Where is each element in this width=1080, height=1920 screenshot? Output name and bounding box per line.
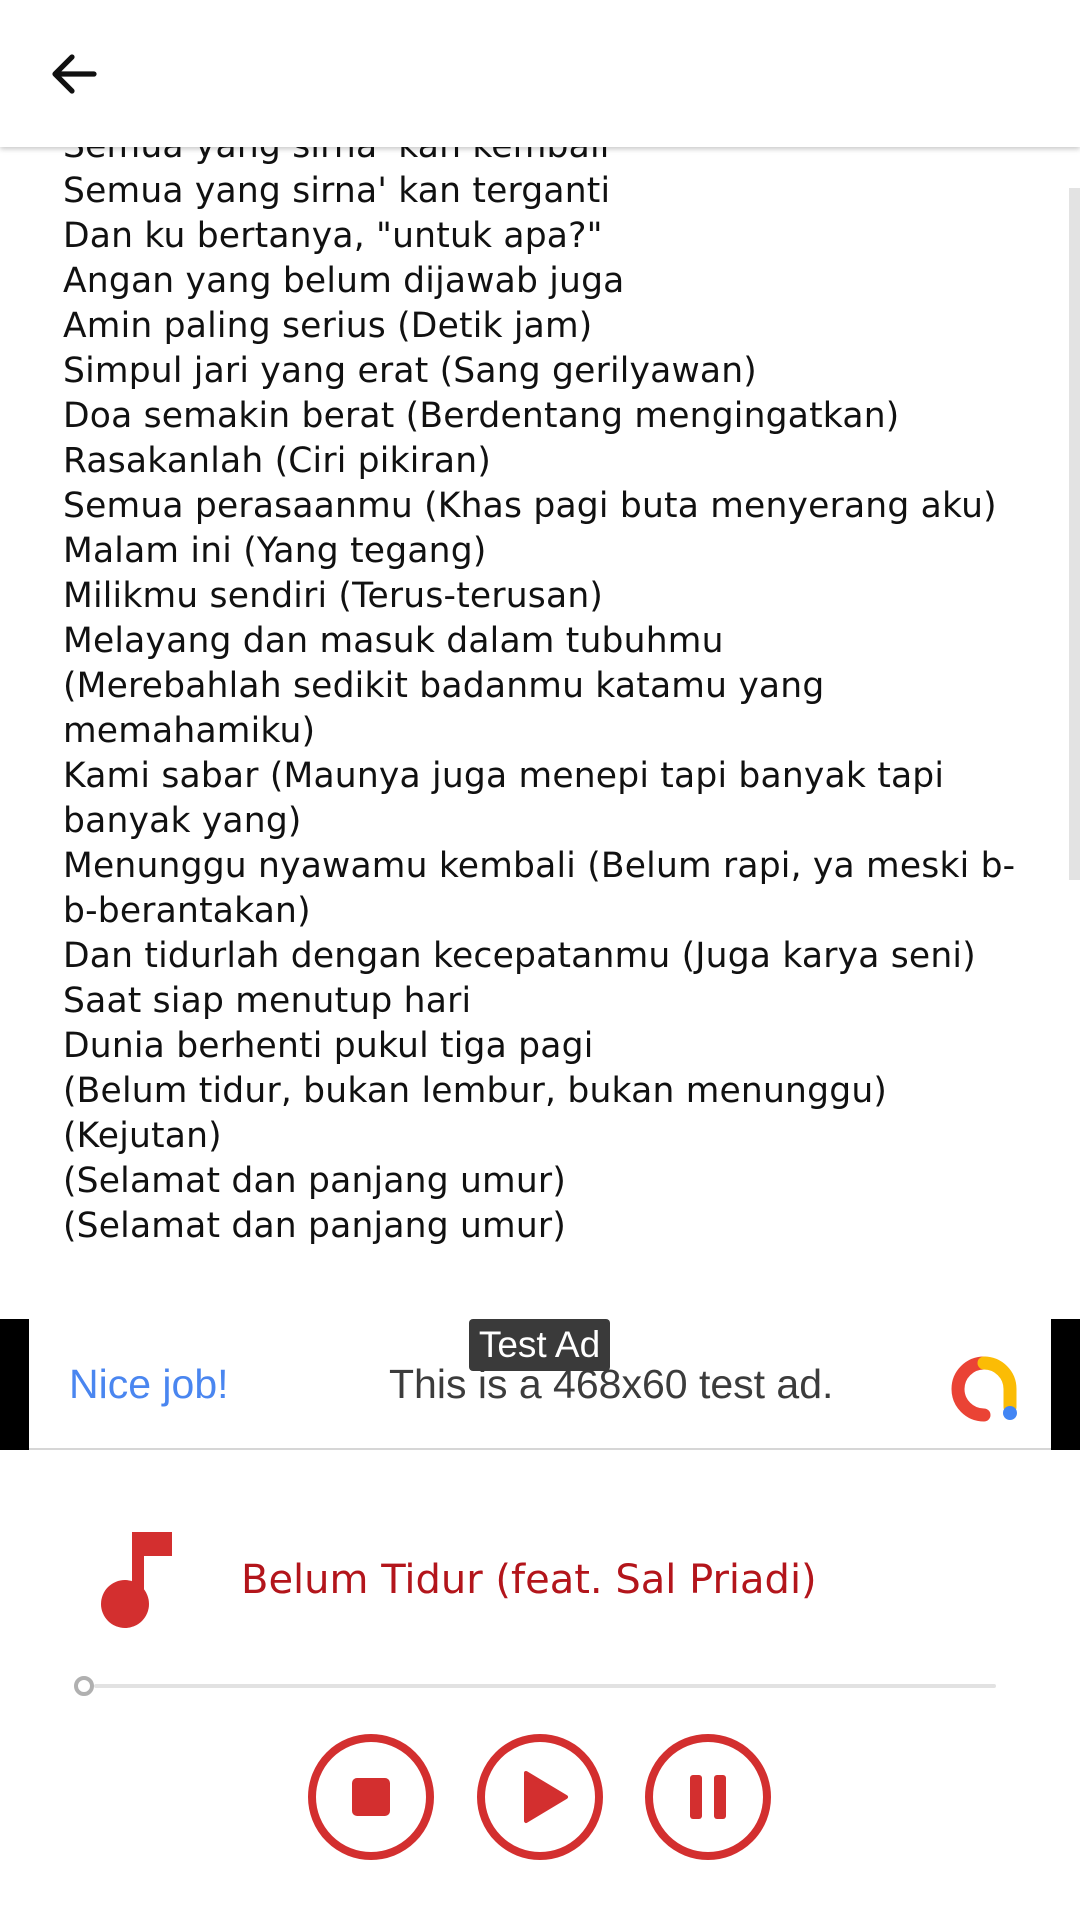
seek-thumb[interactable] bbox=[74, 1676, 94, 1696]
lyric-line: Dunia berhenti pukul tiga pagi bbox=[63, 1026, 594, 1066]
lyric-line: Angan yang belum dijawab juga bbox=[63, 261, 625, 301]
lyric-line: Doa semakin berat (Berdentang mengingatk… bbox=[63, 396, 900, 436]
lyrics-screen: Semua yang sirna' kan kembaliSemua yang … bbox=[0, 0, 1080, 1920]
music-note-icon bbox=[101, 1532, 172, 1628]
lyric-line: (Selamat dan panjang umur) bbox=[63, 1161, 566, 1201]
ad-headline[interactable]: Nice job! bbox=[69, 1361, 229, 1408]
lyric-line: (Selamat dan panjang umur) bbox=[63, 1206, 566, 1246]
lyric-line: Semua perasaanmu (Khas pagi buta menyera… bbox=[63, 486, 997, 526]
lyric-line: Semua yang sirna' kan terganti bbox=[63, 171, 611, 211]
test-ad-label: Test Ad bbox=[469, 1319, 610, 1371]
lyrics-text: Semua yang sirna' kan kembaliSemua yang … bbox=[63, 147, 1023, 1249]
lyric-line: Malam ini (Yang tegang) bbox=[63, 531, 487, 571]
lyrics-scroll-area[interactable]: Semua yang sirna' kan kembaliSemua yang … bbox=[0, 147, 1080, 1319]
stop-icon bbox=[308, 1734, 434, 1860]
lyric-line: Simpul jari yang erat (Sang gerilyawan) bbox=[63, 351, 757, 391]
lyric-line: Rasakanlah (Ciri pikiran) bbox=[63, 441, 491, 481]
scrollbar[interactable] bbox=[1069, 188, 1080, 880]
player-panel: Belum Tidur (feat. Sal Priadi) bbox=[0, 1450, 1080, 1920]
ad-text: This is a 468x60 test ad. bbox=[389, 1361, 834, 1407]
seek-track bbox=[94, 1684, 996, 1688]
track-title: Belum Tidur (feat. Sal Priadi) bbox=[241, 1557, 817, 1603]
lyric-line: Menunggu nyawamu kembali (Belum rapi, ya… bbox=[63, 846, 1016, 931]
lyric-line: Semua yang sirna' kan kembali bbox=[63, 147, 1023, 169]
lyric-line: Milikmu sendiri (Terus-terusan) bbox=[63, 576, 604, 616]
lyric-line: Dan ku bertanya, "untuk apa?" bbox=[63, 216, 603, 256]
lyric-line: Kami sabar (Maunya juga menepi tapi bany… bbox=[63, 756, 945, 841]
pause-icon bbox=[645, 1734, 771, 1860]
admob-logo-icon bbox=[951, 1356, 1017, 1422]
lyric-line: Saat siap menutup hari bbox=[63, 981, 472, 1021]
pause-button[interactable] bbox=[644, 1733, 772, 1861]
back-button[interactable] bbox=[34, 39, 114, 109]
app-bar bbox=[0, 0, 1080, 147]
stop-button[interactable] bbox=[307, 1733, 435, 1861]
seek-bar[interactable] bbox=[74, 1676, 1000, 1696]
lyric-line: (Belum tidur, bukan lembur, bukan menung… bbox=[63, 1071, 888, 1111]
lyric-line: (Merebahlah sedikit badanmu katamu yang … bbox=[63, 666, 825, 751]
play-button[interactable] bbox=[476, 1733, 604, 1861]
lyric-line: (Kejutan) bbox=[63, 1116, 222, 1156]
play-icon bbox=[477, 1734, 603, 1860]
lyric-line: Amin paling serius (Detik jam) bbox=[63, 306, 593, 346]
lyric-line: Dan tidurlah dengan kecepatanmu (Juga ka… bbox=[63, 936, 976, 976]
lyric-line: Melayang dan masuk dalam tubuhmu bbox=[63, 621, 724, 661]
arrow-left-icon bbox=[52, 54, 97, 94]
